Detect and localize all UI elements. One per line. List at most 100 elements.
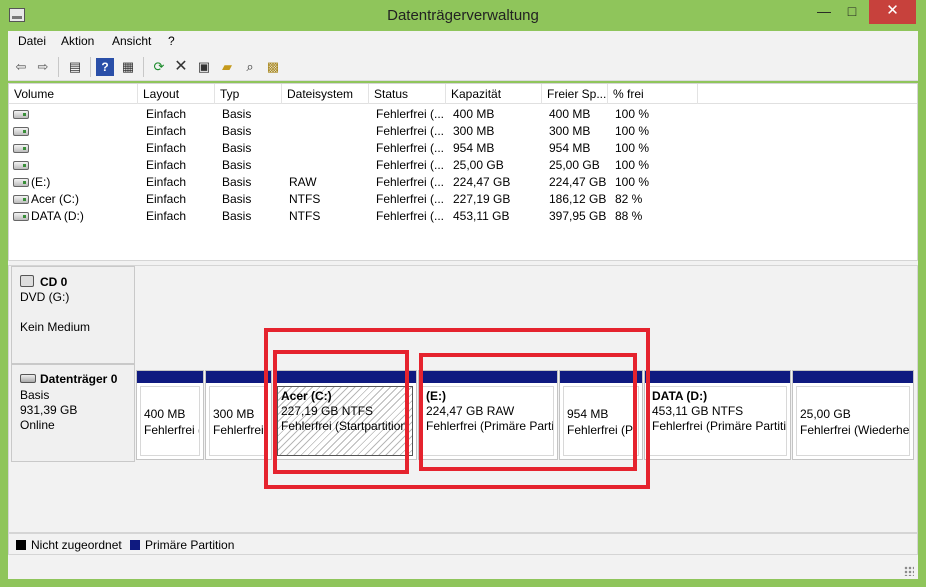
close-button[interactable]: ✕ bbox=[869, 0, 916, 24]
rescan-icon[interactable]: ▩ bbox=[264, 58, 282, 76]
column-header-freier-speicher[interactable]: Freier Sp... bbox=[542, 84, 608, 104]
settings-icon[interactable]: ▣ bbox=[195, 58, 213, 76]
column-header-typ[interactable]: Typ bbox=[215, 84, 282, 104]
menu-datei[interactable]: Datei bbox=[18, 34, 46, 48]
partition-25gb[interactable]: 25,00 GB Fehlerfrei (Wiederhe bbox=[792, 370, 914, 460]
legend-label-unallocated: Nicht zugeordnet bbox=[31, 538, 122, 552]
cell-dateisystem bbox=[289, 106, 369, 123]
volume-row[interactable]: (E:) Einfach Basis RAW Fehlerfrei (... 224,47… bbox=[9, 174, 917, 191]
partition-data-d[interactable]: DATA (D:) 453,11 GB NTFS Fehlerfrei (Pri… bbox=[644, 370, 791, 460]
cell-typ: Basis bbox=[222, 209, 252, 223]
column-header-kapazitaet[interactable]: Kapazität bbox=[446, 84, 542, 104]
cell-prozent-frei: 100 % bbox=[615, 124, 650, 138]
resize-grip[interactable] bbox=[904, 566, 914, 576]
legend-swatch-primary bbox=[130, 540, 140, 550]
disk-label[interactable]: Datenträger 0 Basis 931,39 GB Online bbox=[11, 364, 135, 462]
delete-icon[interactable]: ✕ bbox=[172, 58, 190, 76]
cell-volume bbox=[31, 106, 155, 123]
volume-list-header: Volume Layout Typ Dateisystem Status Kap… bbox=[9, 84, 917, 104]
cell-dateisystem: RAW bbox=[289, 175, 317, 189]
refresh-icon[interactable]: ⟳ bbox=[150, 58, 168, 76]
cell-dateisystem: NTFS bbox=[289, 209, 321, 223]
cell-status: Fehlerfrei (... bbox=[376, 209, 445, 223]
cell-layout: Einfach bbox=[146, 107, 187, 121]
cell-kapazitaet: 300 MB bbox=[453, 124, 495, 138]
cell-layout: Einfach bbox=[146, 192, 187, 206]
cd-drive: DVD (G:) bbox=[20, 290, 70, 304]
toolbar-separator bbox=[58, 57, 59, 77]
cell-kapazitaet: 227,19 GB bbox=[453, 192, 511, 206]
toolbar: ⇦ ⇨ ▤ ? ▦ ⟳ ✕ ▣ ▰ ⌕ ▩ bbox=[8, 53, 918, 81]
cell-freier-speicher: 954 MB bbox=[549, 141, 591, 155]
partition-body: 400 MB Fehlerfrei ( bbox=[140, 386, 200, 456]
column-header-status[interactable]: Status bbox=[369, 84, 446, 104]
volume-row[interactable]: Einfach Basis Fehlerfrei (... 400 MB 400 MB 1… bbox=[9, 106, 917, 123]
partition-bar bbox=[793, 371, 913, 383]
partition-300mb[interactable]: 300 MB Fehlerfrei bbox=[205, 370, 272, 460]
open-icon[interactable]: ▰ bbox=[218, 58, 236, 76]
volume-row[interactable]: Acer (C:) Einfach Basis NTFS Fehlerfrei (...… bbox=[9, 191, 917, 208]
cell-dateisystem bbox=[289, 140, 369, 157]
cell-status: Fehlerfrei (... bbox=[376, 158, 445, 172]
volume-drive-icon bbox=[13, 178, 29, 187]
cd-drive-icon bbox=[20, 275, 34, 287]
volume-row[interactable]: Einfach Basis Fehlerfrei (... 25,00 GB 25,00… bbox=[9, 157, 917, 174]
highlight-box-e bbox=[419, 353, 637, 471]
cell-volume: DATA (D:) bbox=[31, 209, 84, 223]
partition-size: 25,00 GB bbox=[800, 407, 851, 421]
cell-layout: Einfach bbox=[146, 175, 187, 189]
volume-row[interactable]: Einfach Basis Fehlerfrei (... 954 MB 954 MB 1… bbox=[9, 140, 917, 157]
volume-list: Volume Layout Typ Dateisystem Status Kap… bbox=[8, 83, 918, 261]
cell-status: Fehlerfrei (... bbox=[376, 124, 445, 138]
cd-label[interactable]: CD 0 DVD (G:) Kein Medium bbox=[11, 266, 135, 364]
cell-volume: Acer (C:) bbox=[31, 192, 79, 206]
column-header-volume[interactable]: Volume bbox=[9, 84, 138, 104]
partition-body: 25,00 GB Fehlerfrei (Wiederhe bbox=[796, 386, 910, 456]
column-header-dateisystem[interactable]: Dateisystem bbox=[282, 84, 369, 104]
help-icon[interactable]: ? bbox=[96, 58, 114, 76]
partition-status: Fehlerfrei (Wiederhe bbox=[800, 423, 910, 437]
cd-name: CD 0 bbox=[40, 275, 68, 289]
properties-icon[interactable]: ▦ bbox=[119, 58, 137, 76]
menu-bar: Datei Aktion Ansicht ? bbox=[8, 31, 918, 53]
legend-label-primary: Primäre Partition bbox=[145, 538, 235, 552]
maximize-button[interactable]: □ bbox=[838, 0, 866, 24]
menu-help[interactable]: ? bbox=[168, 34, 175, 48]
cell-prozent-frei: 100 % bbox=[615, 158, 650, 172]
partition-status: Fehlerfrei bbox=[213, 423, 264, 437]
toolbar-separator bbox=[90, 57, 91, 77]
cell-layout: Einfach bbox=[146, 158, 187, 172]
cell-typ: Basis bbox=[222, 141, 252, 155]
explore-icon[interactable]: ⌕ bbox=[241, 58, 259, 76]
cell-typ: Basis bbox=[222, 175, 252, 189]
cell-volume bbox=[31, 140, 155, 157]
column-header-layout[interactable]: Layout bbox=[138, 84, 215, 104]
forward-icon[interactable]: ⇨ bbox=[34, 58, 52, 76]
menu-ansicht[interactable]: Ansicht bbox=[112, 34, 151, 48]
back-icon[interactable]: ⇦ bbox=[12, 58, 30, 76]
disk-size: 931,39 GB bbox=[20, 403, 78, 417]
partition-status: Fehlerfrei ( bbox=[144, 423, 200, 437]
volume-row[interactable]: Einfach Basis Fehlerfrei (... 300 MB 300 MB 1… bbox=[9, 123, 917, 140]
cell-kapazitaet: 954 MB bbox=[453, 141, 495, 155]
minimize-button[interactable]: — bbox=[810, 0, 838, 24]
cell-typ: Basis bbox=[222, 124, 252, 138]
volume-row[interactable]: DATA (D:) Einfach Basis NTFS Fehlerfrei (...… bbox=[9, 208, 917, 225]
partition-size: 300 MB bbox=[213, 407, 255, 421]
cell-dateisystem bbox=[289, 123, 369, 140]
cell-prozent-frei: 100 % bbox=[615, 141, 650, 155]
hard-disk-icon bbox=[20, 374, 36, 383]
show-hide-console-tree-icon[interactable]: ▤ bbox=[66, 58, 84, 76]
cell-prozent-frei: 100 % bbox=[615, 107, 650, 121]
partition-400mb[interactable]: 400 MB Fehlerfrei ( bbox=[136, 370, 204, 460]
menu-aktion[interactable]: Aktion bbox=[61, 34, 94, 48]
partition-body: DATA (D:) 453,11 GB NTFS Fehlerfrei (Pri… bbox=[648, 386, 787, 456]
title-bar[interactable]: Datenträgerverwaltung — □ ✕ bbox=[0, 0, 926, 30]
cell-freier-speicher: 186,12 GB bbox=[549, 192, 607, 206]
cell-volume bbox=[31, 157, 155, 174]
disk-name: Datenträger 0 bbox=[40, 372, 118, 386]
partition-bar bbox=[137, 371, 203, 383]
cell-status: Fehlerfrei (... bbox=[376, 141, 445, 155]
cell-volume bbox=[31, 123, 155, 140]
column-header-prozent-frei[interactable]: % frei bbox=[608, 84, 698, 104]
